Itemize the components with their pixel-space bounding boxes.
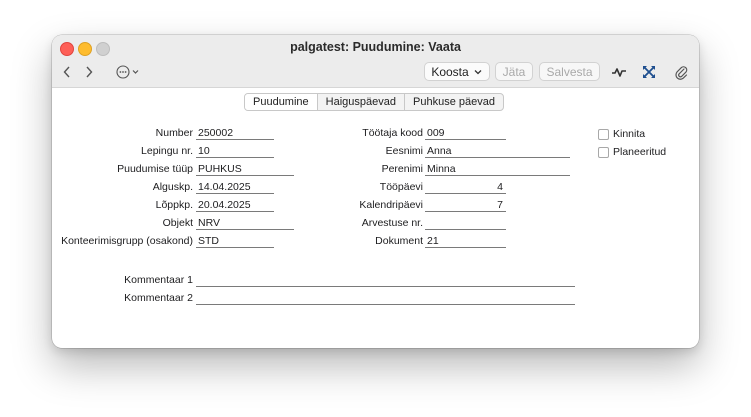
title-bar: palgatest: Puudumine: Vaata Koosta Jäta … xyxy=(52,35,699,88)
arvestuse-nr-label: Arvestuse nr. xyxy=(361,217,423,229)
kinnita-checkbox[interactable] xyxy=(598,129,609,140)
more-actions-button[interactable] xyxy=(114,63,144,81)
kommentaar-2-field[interactable] xyxy=(196,292,575,305)
number-label: Number xyxy=(155,127,193,139)
kommentaar-1-label: Kommentaar 1 xyxy=(124,274,193,286)
dokument-field[interactable]: 21 xyxy=(425,235,506,248)
tab-puhkuse-paevad[interactable]: Puhkuse päevad xyxy=(405,94,503,110)
forward-button[interactable] xyxy=(82,63,96,81)
kommentaar-1-field[interactable] xyxy=(196,274,575,287)
activity-button[interactable] xyxy=(610,63,628,81)
planeeritud-checkbox[interactable] xyxy=(598,147,609,158)
konteerimisgrupp-field[interactable]: STD xyxy=(196,235,274,248)
chevron-left-icon xyxy=(63,66,70,78)
konteerimisgrupp-label: Konteerimisgrupp (osakond) xyxy=(61,235,193,247)
koosta-button[interactable]: Koosta xyxy=(424,62,490,81)
koosta-label: Koosta xyxy=(431,64,469,79)
number-field[interactable]: 250002 xyxy=(196,127,274,140)
dokument-label: Dokument xyxy=(375,235,423,247)
ellipsis-circle-icon xyxy=(116,65,139,79)
objekt-field[interactable]: NRV xyxy=(196,217,294,230)
perenimi-field[interactable]: Minna xyxy=(425,163,570,176)
kalendripaevi-field[interactable]: 7 xyxy=(425,199,506,212)
chevron-right-icon xyxy=(86,66,93,78)
window-title: palgatest: Puudumine: Vaata xyxy=(290,40,461,54)
activity-icon xyxy=(612,68,626,77)
arvestuse-nr-field[interactable] xyxy=(425,217,506,230)
back-button[interactable] xyxy=(60,63,74,81)
kommentaar-2-label: Kommentaar 2 xyxy=(124,292,193,304)
expand-icon xyxy=(643,66,655,78)
loppkp-label: Lõppkp. xyxy=(155,199,193,211)
alguskp-field[interactable]: 14.04.2025 xyxy=(196,181,274,194)
tootaja-kood-field[interactable]: 009 xyxy=(425,127,506,140)
planeeritud-label: Planeeritud xyxy=(613,146,667,158)
jata-button[interactable]: Jäta xyxy=(495,62,533,81)
eesnimi-field[interactable]: Anna xyxy=(425,145,570,158)
tab-puudumine[interactable]: Puudumine xyxy=(245,94,318,110)
lepingu-nr-label: Lepingu nr. xyxy=(141,145,193,157)
alguskp-label: Alguskp. xyxy=(152,181,193,193)
lepingu-nr-field[interactable]: 10 xyxy=(196,145,274,158)
expand-button[interactable] xyxy=(640,63,658,81)
loppkp-field[interactable]: 20.04.2025 xyxy=(196,199,274,212)
attach-button[interactable] xyxy=(672,63,690,81)
toopaevi-label: Tööpäevi xyxy=(379,181,423,193)
perenimi-label: Perenimi xyxy=(381,163,423,175)
tootaja-kood-label: Töötaja kood xyxy=(362,127,423,139)
chevron-down-icon xyxy=(474,69,482,74)
puudumise-tyyp-label: Puudumise tüüp xyxy=(117,163,193,175)
objekt-label: Objekt xyxy=(162,217,193,229)
tab-bar: Puudumine Haiguspäevad Puhkuse päevad xyxy=(244,93,504,111)
record-window: palgatest: Puudumine: Vaata Koosta Jäta … xyxy=(52,35,699,348)
toopaevi-field[interactable]: 4 xyxy=(425,181,506,194)
kalendripaevi-label: Kalendripäevi xyxy=(359,199,423,211)
eesnimi-label: Eesnimi xyxy=(385,145,423,157)
tab-haiguspaevad[interactable]: Haiguspäevad xyxy=(318,94,405,110)
kinnita-label: Kinnita xyxy=(613,128,646,140)
salvesta-button[interactable]: Salvesta xyxy=(539,62,600,81)
paperclip-icon xyxy=(675,66,688,80)
puudumise-tyyp-field[interactable]: PUHKUS xyxy=(196,163,294,176)
